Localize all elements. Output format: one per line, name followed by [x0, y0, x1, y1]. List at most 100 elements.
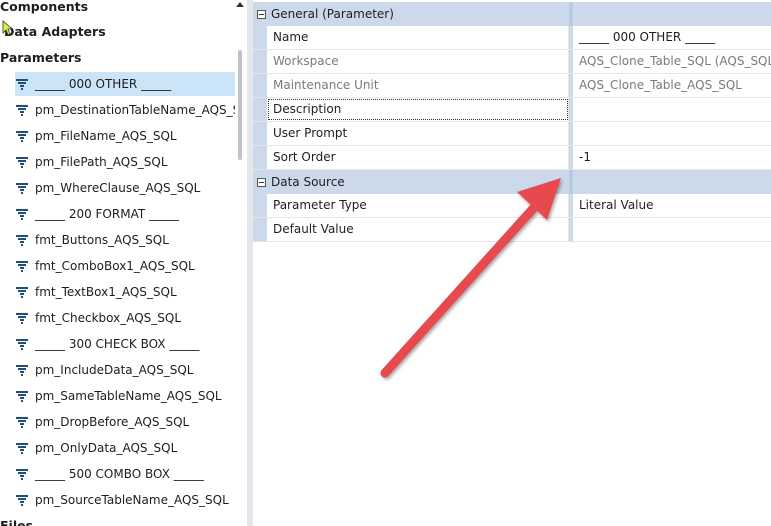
property-row[interactable]: Description: [253, 98, 771, 122]
property-name[interactable]: Parameter Type: [267, 194, 569, 217]
tree-item-parameter[interactable]: _____ 500 COMBO BOX _____: [15, 462, 235, 486]
row-gutter: [253, 146, 267, 169]
row-gutter: [253, 26, 267, 49]
row-gutter: [253, 194, 267, 217]
property-name[interactable]: Description: [267, 98, 569, 121]
filter-icon: [16, 417, 28, 428]
tree-item-parameter[interactable]: _____ 300 CHECK BOX _____: [15, 332, 235, 356]
tree-item-label: pm_DestinationTableName_AQS_S: [35, 103, 235, 117]
tree-item-parameter[interactable]: fmt_ComboBox1_AQS_SQL: [15, 254, 235, 278]
filter-icon: [16, 79, 28, 90]
property-value[interactable]: [573, 122, 771, 145]
category-label: General (Parameter): [271, 7, 394, 21]
property-row[interactable]: Sort Order -1: [253, 146, 771, 170]
property-row[interactable]: Default Value: [253, 218, 771, 242]
tree-item-parameter[interactable]: pm_FileName_AQS_SQL: [15, 124, 235, 148]
property-row[interactable]: Name _____ 000 OTHER _____: [253, 26, 771, 50]
general-property-rows: Name _____ 000 OTHER _____ Workspace AQS_Cl…: [253, 26, 771, 170]
tree-item-parameter[interactable]: pm_OnlyData_AQS_SQL: [15, 436, 235, 460]
tree-item-label: fmt_TextBox1_AQS_SQL: [35, 285, 177, 299]
category-general[interactable]: General (Parameter): [253, 2, 771, 26]
filter-icon: [16, 495, 28, 506]
tree-item-label: pm_IncludeData_AQS_SQL: [35, 363, 194, 377]
filter-icon: [16, 313, 28, 324]
tree-item-label: fmt_Buttons_AQS_SQL: [35, 233, 169, 247]
row-gutter: [253, 122, 267, 145]
row-gutter: [253, 50, 267, 73]
tree-item-parameter[interactable]: pm_SourceTableName_AQS_SQL: [15, 488, 235, 512]
tree-header-data-adapters[interactable]: Data Adapters: [4, 22, 106, 42]
row-gutter: [253, 218, 267, 241]
tree-scrollbar[interactable]: [238, 50, 242, 160]
property-name[interactable]: Maintenance Unit: [267, 74, 569, 97]
filter-icon: [16, 157, 28, 168]
filter-icon: [16, 365, 28, 376]
filter-icon: [16, 235, 28, 246]
data-source-property-rows: Parameter Type Literal Value Default Value: [253, 194, 771, 242]
property-value[interactable]: _____ 000 OTHER _____: [573, 26, 771, 49]
property-name[interactable]: Workspace: [267, 50, 569, 73]
category-label: Data Source: [271, 175, 345, 189]
filter-icon: [16, 209, 28, 220]
tree-item-label: _____ 500 COMBO BOX _____: [35, 467, 204, 481]
row-gutter: [253, 98, 267, 121]
scroll-up-arrow-icon[interactable]: [236, 2, 244, 7]
property-row[interactable]: User Prompt: [253, 122, 771, 146]
tree-item-label: pm_FilePath_AQS_SQL: [35, 155, 168, 169]
filter-icon: [16, 105, 28, 116]
tree-item-parameter[interactable]: fmt_TextBox1_AQS_SQL: [15, 280, 235, 304]
collapse-toggle-icon[interactable]: [257, 177, 266, 187]
tree-item-label: _____ 200 FORMAT _____: [35, 207, 179, 221]
filter-icon: [16, 131, 28, 142]
tree-item-parameter[interactable]: pm_IncludeData_AQS_SQL: [15, 358, 235, 382]
property-grid: General (Parameter) Name _____ 000 OTHER …: [253, 0, 771, 526]
property-name[interactable]: Default Value: [267, 218, 569, 241]
tree-item-parameter[interactable]: fmt_Checkbox_AQS_SQL: [15, 306, 235, 330]
tree-item-label: pm_SourceTableName_AQS_SQL: [35, 493, 229, 507]
tree-item-parameter[interactable]: pm_WhereClause_AQS_SQL: [15, 176, 235, 200]
filter-icon: [16, 287, 28, 298]
property-row[interactable]: Parameter Type Literal Value: [253, 194, 771, 218]
category-data-source[interactable]: Data Source: [253, 170, 771, 194]
tree-item-parameter[interactable]: _____ 000 OTHER _____: [15, 72, 235, 96]
filter-icon: [16, 443, 28, 454]
tree-item-label: pm_FileName_AQS_SQL: [35, 129, 177, 143]
property-name[interactable]: User Prompt: [267, 122, 569, 145]
mouse-cursor-icon: [2, 20, 14, 36]
tree-item-label: _____ 300 CHECK BOX _____: [35, 337, 200, 351]
property-value[interactable]: -1: [573, 146, 771, 169]
column-divider: [569, 2, 573, 26]
tree-item-parameter[interactable]: pm_DestinationTableName_AQS_S: [15, 98, 235, 122]
tree-item-label: pm_DropBefore_AQS_SQL: [35, 415, 190, 429]
property-row[interactable]: Maintenance Unit AQS_Clone_Table_AQS_SQL: [253, 74, 771, 98]
tree-item-parameter[interactable]: _____ 200 FORMAT _____: [15, 202, 235, 226]
property-name[interactable]: Sort Order: [267, 146, 569, 169]
column-divider: [569, 170, 573, 194]
tree-item-label: pm_SameTableName_AQS_SQL: [35, 389, 222, 403]
solution-tree: Components Data Adapters Parameters ____…: [0, 0, 247, 526]
tree-header-parameters[interactable]: Parameters: [0, 48, 81, 68]
filter-icon: [16, 183, 28, 194]
tree-item-label: fmt_ComboBox1_AQS_SQL: [35, 259, 195, 273]
tree-item-label: pm_OnlyData_AQS_SQL: [35, 441, 178, 455]
property-name[interactable]: Name: [267, 26, 569, 49]
tree-item-parameter[interactable]: pm_FilePath_AQS_SQL: [15, 150, 235, 174]
tree-item-label: fmt_Checkbox_AQS_SQL: [35, 311, 182, 325]
tree-item-label: pm_WhereClause_AQS_SQL: [35, 181, 201, 195]
row-gutter: [253, 74, 267, 97]
collapse-toggle-icon[interactable]: [257, 9, 266, 19]
tree-item-parameter[interactable]: fmt_Buttons_AQS_SQL: [15, 228, 235, 252]
property-value[interactable]: Literal Value: [573, 194, 771, 217]
tree-item-label: _____ 000 OTHER _____: [35, 77, 172, 91]
filter-icon: [16, 261, 28, 272]
tree-item-parameter[interactable]: pm_DropBefore_AQS_SQL: [15, 410, 235, 434]
property-value[interactable]: [573, 218, 771, 241]
tree-item-parameter[interactable]: pm_SameTableName_AQS_SQL: [15, 384, 235, 408]
tree-header-files[interactable]: Files: [0, 516, 33, 526]
property-value[interactable]: AQS_Clone_Table_SQL (AQS_SQL): [573, 50, 771, 73]
tree-header-components[interactable]: Components: [0, 0, 88, 17]
filter-icon: [16, 391, 28, 402]
property-row[interactable]: Workspace AQS_Clone_Table_SQL (AQS_SQL): [253, 50, 771, 74]
property-value[interactable]: AQS_Clone_Table_AQS_SQL: [573, 74, 771, 97]
property-value[interactable]: [573, 98, 771, 121]
